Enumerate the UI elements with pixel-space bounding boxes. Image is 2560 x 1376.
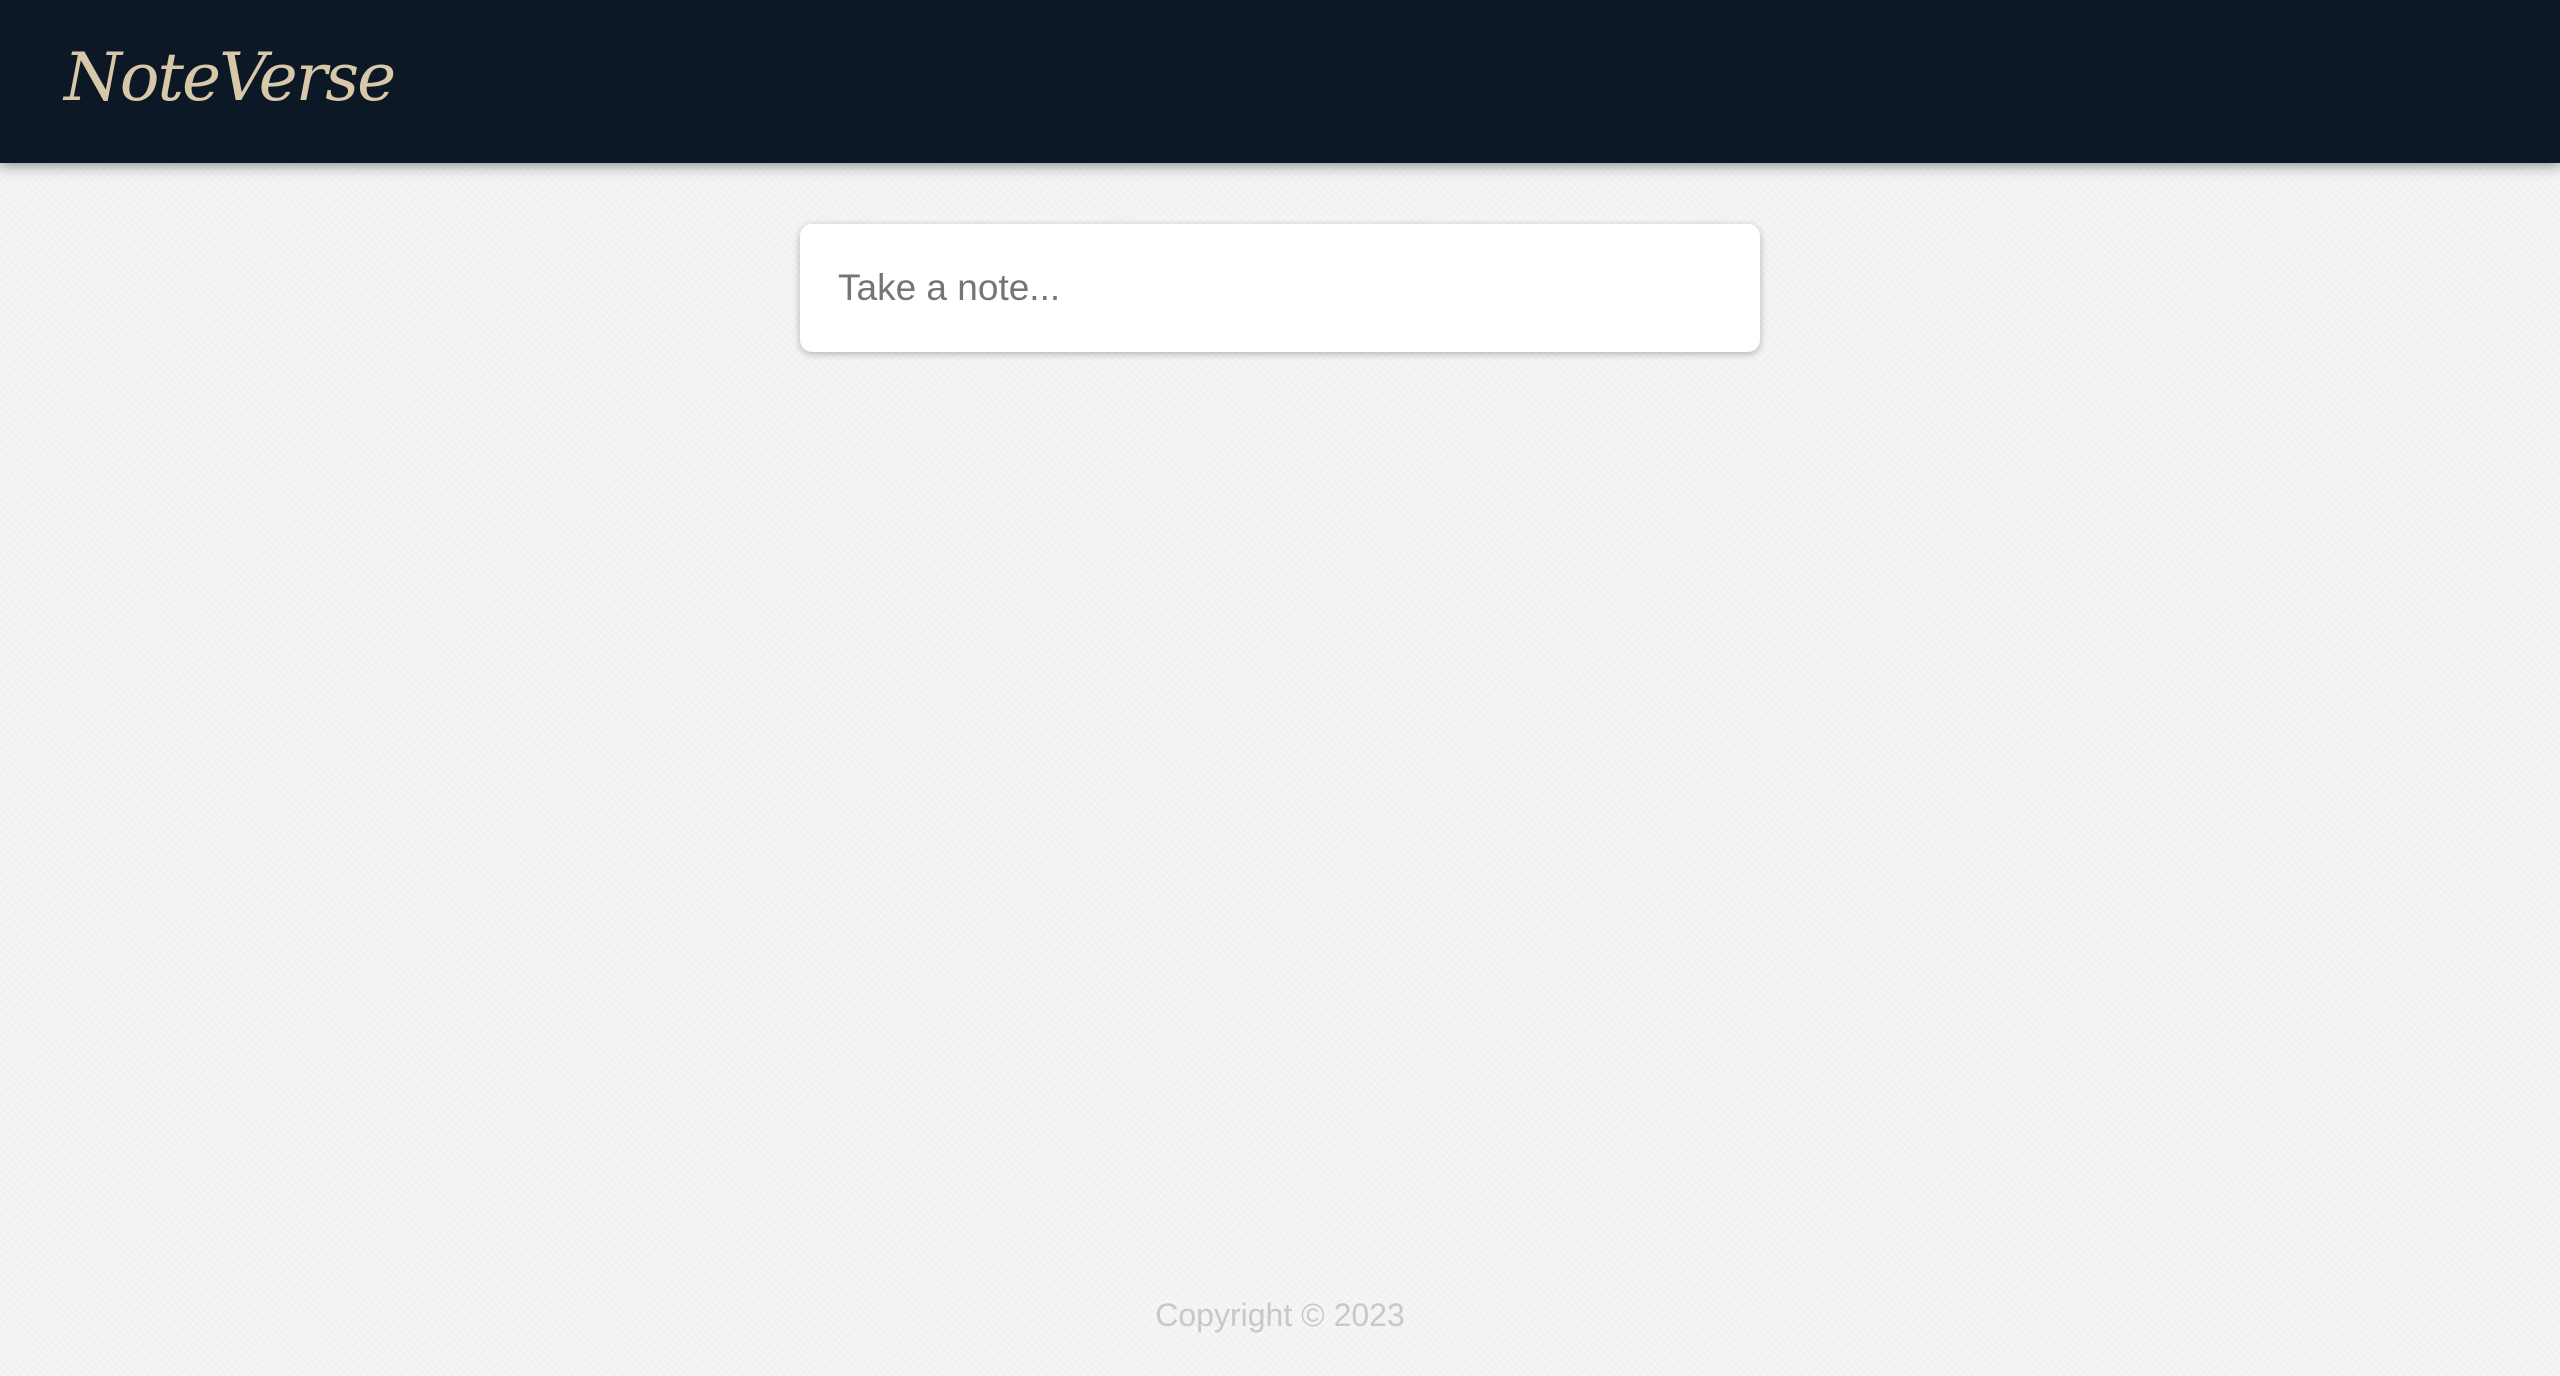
create-note-form [800, 224, 1760, 352]
app-logo-title: NoteVerse [64, 39, 396, 116]
copyright-text: Copyright © 2023 [1155, 1297, 1405, 1333]
page-footer: Copyright © 2023 [0, 1290, 2560, 1340]
take-note-input[interactable] [800, 224, 1760, 352]
app-header: NoteVerse [0, 0, 2560, 163]
